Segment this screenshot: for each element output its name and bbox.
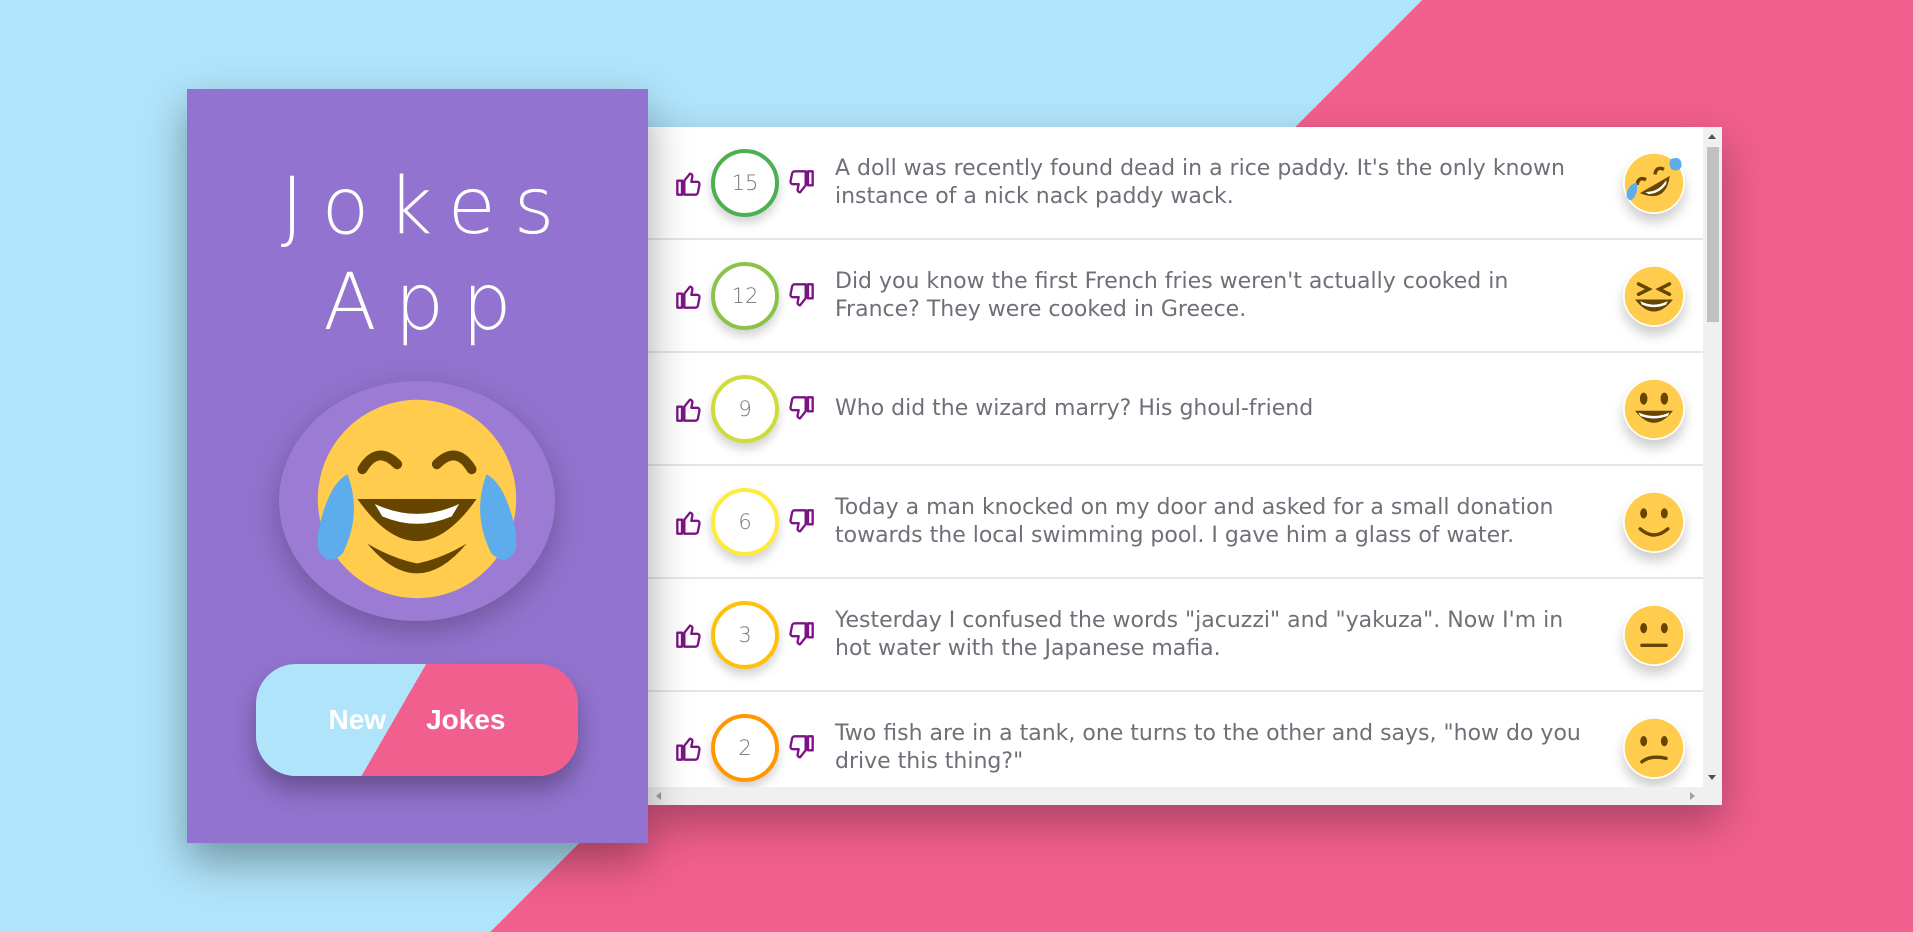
joke-row: 12 Did you know the first French fries w…: [648, 240, 1703, 353]
vertical-scrollbar[interactable]: [1703, 127, 1722, 787]
joke-text: Today a man knocked on my door and asked…: [835, 494, 1554, 548]
joke-score: 2: [711, 713, 779, 782]
grinning-squinting-icon: [1623, 265, 1685, 327]
slightly-smiling-icon: [1623, 491, 1685, 553]
grinning-face-icon: [1623, 378, 1685, 440]
app-title-line2: App: [323, 258, 530, 348]
new-jokes-button[interactable]: New Jokes: [256, 664, 578, 776]
joke-row: 3 Yesterday I confused the words "jacuzz…: [648, 579, 1703, 692]
sidebar: Jokes App New Jokes: [187, 89, 648, 843]
joke-score: 15: [711, 148, 779, 217]
joke-score: 3: [711, 600, 779, 669]
vertical-scroll-thumb[interactable]: [1707, 147, 1719, 322]
joke-text: Did you know the first French fries were…: [835, 268, 1509, 322]
joke-text: A doll was recently found dead in a rice…: [835, 155, 1565, 209]
thumbs-down-icon[interactable]: [785, 167, 817, 199]
app-title: Jokes App: [187, 159, 648, 351]
scroll-right-arrow-icon[interactable]: [1690, 792, 1695, 800]
scroll-down-arrow-icon[interactable]: [1708, 775, 1716, 780]
joke-row: 2 Two fish are in a tank, one turns to t…: [648, 692, 1703, 787]
confused-face-icon: [1623, 717, 1685, 779]
thumbs-up-icon[interactable]: [673, 167, 705, 199]
thumbs-up-icon[interactable]: [673, 732, 705, 764]
neutral-face-icon: [1623, 604, 1685, 666]
joke-score: 6: [711, 487, 779, 556]
joke-row: 15 A doll was recently found dead in a r…: [648, 127, 1703, 240]
thumbs-down-icon[interactable]: [785, 619, 817, 651]
joke-row: 6 Today a man knocked on my door and ask…: [648, 466, 1703, 579]
thumbs-up-icon[interactable]: [673, 393, 705, 425]
laughing-tears-emoji-icon: [279, 381, 555, 621]
joke-text: Who did the wizard marry? His ghoul-frie…: [835, 395, 1314, 421]
thumbs-up-icon[interactable]: [673, 619, 705, 651]
thumbs-down-icon[interactable]: [785, 732, 817, 764]
new-jokes-label-new: New: [328, 704, 387, 735]
joke-text: Two fish are in a tank, one turns to the…: [835, 720, 1581, 774]
app-title-line1: Jokes: [280, 162, 573, 252]
scroll-left-arrow-icon[interactable]: [656, 792, 661, 800]
thumbs-down-icon[interactable]: [785, 506, 817, 538]
thumbs-down-icon[interactable]: [785, 280, 817, 312]
joke-row: 9 Who did the wizard marry? His ghoul-fr…: [648, 353, 1703, 466]
jokes-list[interactable]: 15 A doll was recently found dead in a r…: [648, 127, 1703, 787]
thumbs-down-icon[interactable]: [785, 393, 817, 425]
joke-score: 9: [711, 374, 779, 443]
thumbs-up-icon[interactable]: [673, 506, 705, 538]
new-jokes-label-jokes: Jokes: [426, 704, 506, 735]
joke-score: 12: [711, 261, 779, 330]
joke-text: Yesterday I confused the words "jacuzzi"…: [835, 607, 1564, 661]
thumbs-up-icon[interactable]: [673, 280, 705, 312]
horizontal-scrollbar[interactable]: [648, 787, 1703, 805]
scrollbar-corner: [1703, 787, 1722, 805]
scroll-up-arrow-icon[interactable]: [1708, 134, 1716, 139]
rolling-on-floor-laughing-icon: [1623, 152, 1685, 214]
jokes-panel: 15 A doll was recently found dead in a r…: [648, 127, 1722, 805]
